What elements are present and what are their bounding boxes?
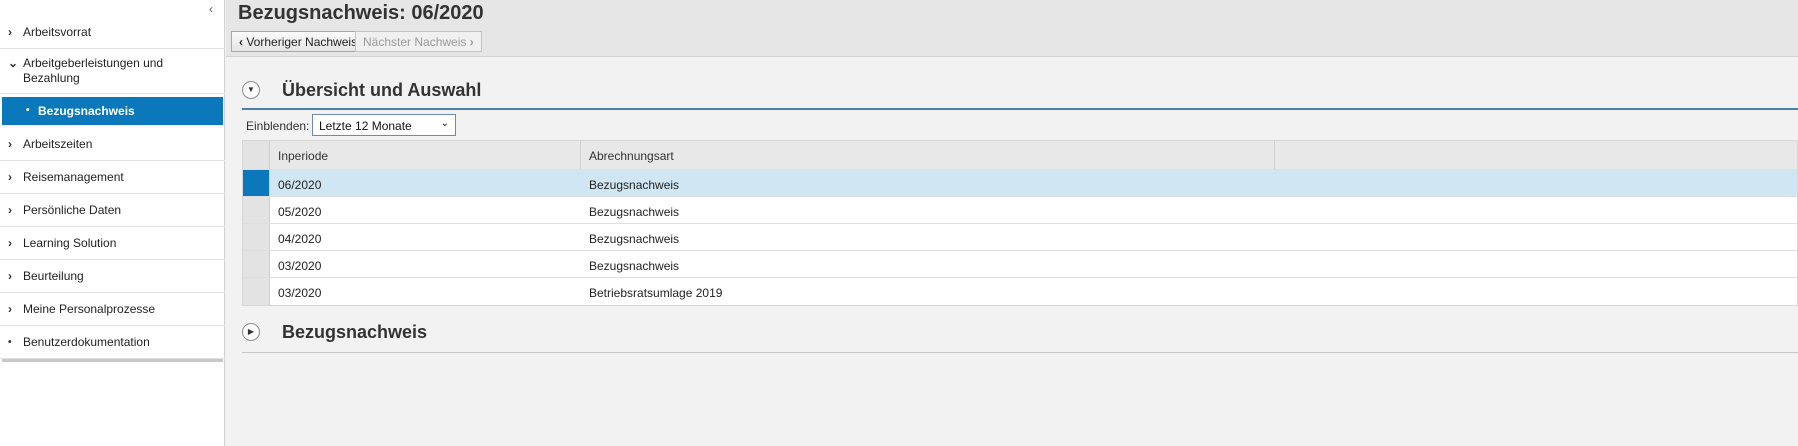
chevron-left-icon[interactable]: ‹ — [204, 2, 218, 16]
period-filter-value: Letzte 12 Monate — [319, 119, 412, 133]
table-row[interactable]: 05/2020 Bezugsnachweis — [243, 197, 1797, 224]
chevron-right-icon: › — [8, 302, 12, 316]
overview-section-title: Übersicht und Auswahl — [282, 80, 482, 100]
sidebar-item-benutzerdokumentation[interactable]: • Benutzerdokumentation — [0, 326, 225, 359]
page-title: Bezugsnachweis: 06/2020 — [238, 2, 484, 24]
sidebar-item-learning-solution[interactable]: › Learning Solution — [0, 227, 225, 260]
cell-type: Bezugsnachweis — [589, 259, 680, 273]
chevron-right-icon: › — [8, 170, 12, 184]
next-statement-label: Nächster Nachweis — [363, 35, 467, 49]
sidebar-item-persoenliche-daten[interactable]: › Persönliche Daten — [0, 194, 225, 227]
cell-period: 05/2020 — [278, 205, 322, 219]
statements-table: Inperiode Abrechnungsart 06/2020 Bezugsn… — [242, 140, 1798, 306]
chevron-right-icon: › — [8, 269, 12, 283]
cell-period: 04/2020 — [278, 232, 322, 246]
filter-label: Einblenden: — [246, 119, 310, 133]
cell-period: 06/2020 — [278, 178, 322, 192]
sidebar-divider — [2, 359, 223, 362]
sidebar: ‹ › Arbeitsvorrat ⌄ Arbeitgeberleistunge… — [0, 0, 225, 446]
section-divider — [242, 352, 1798, 353]
chevron-right-icon: › — [8, 236, 12, 250]
bullet-icon: • — [8, 337, 12, 348]
cell-type: Bezugsnachweis — [589, 232, 680, 246]
detail-section-header: ▶ Bezugsnachweis — [242, 320, 1798, 346]
sidebar-item-label: Bezugsnachweis — [38, 104, 135, 118]
sidebar-nav: › Arbeitsvorrat ⌄ Arbeitgeberleistungen … — [0, 16, 225, 362]
sidebar-item-beurteilung[interactable]: › Beurteilung — [0, 260, 225, 293]
chevron-down-icon: ⌄ — [440, 118, 449, 129]
select-all-cell[interactable] — [243, 141, 270, 169]
row-selector[interactable] — [243, 278, 270, 305]
previous-statement-button[interactable]: ‹ Vorheriger Nachweis — [231, 31, 366, 52]
chevron-down-icon: ⌄ — [8, 56, 19, 70]
sidebar-item-label: Arbeitgeberleistungen und Bezahlung — [23, 56, 164, 85]
next-statement-button[interactable]: Nächster Nachweis › — [355, 31, 482, 52]
chevron-left-icon: ‹ — [239, 35, 243, 49]
sidebar-item-arbeitgeberleistungen[interactable]: ⌄ Arbeitgeberleistungen und Bezahlung — [0, 49, 225, 94]
cell-type: Bezugsnachweis — [589, 178, 680, 192]
detail-section-title: Bezugsnachweis — [282, 322, 428, 342]
sidebar-item-label: Learning Solution — [23, 236, 117, 250]
row-selector[interactable] — [243, 224, 270, 250]
expand-section-icon[interactable]: ▶ — [242, 323, 260, 341]
main-content: Bezugsnachweis: 06/2020 ‹ Vorheriger Nac… — [226, 0, 1798, 446]
sidebar-item-label: Reisemanagement — [23, 170, 124, 184]
sidebar-item-meine-personalprozesse[interactable]: › Meine Personalprozesse — [0, 293, 225, 326]
bullet-icon: • — [26, 105, 30, 116]
overview-section-header: ▼ Übersicht und Auswahl — [242, 78, 1798, 104]
table-row[interactable]: 04/2020 Bezugsnachweis — [243, 224, 1797, 251]
sidebar-item-label: Benutzerdokumentation — [23, 335, 150, 349]
chevron-right-icon: › — [469, 35, 474, 49]
previous-statement-label: Vorheriger Nachweis — [246, 35, 358, 49]
sidebar-item-label: Beurteilung — [23, 269, 84, 283]
chevron-right-icon: › — [8, 25, 12, 39]
sidebar-item-arbeitsvorrat[interactable]: › Arbeitsvorrat — [0, 16, 225, 49]
table-row[interactable]: 03/2020 Betriebsratsumlage 2019 — [243, 278, 1797, 305]
sidebar-item-label: Meine Personalprozesse — [23, 302, 156, 316]
table-row[interactable]: 03/2020 Bezugsnachweis — [243, 251, 1797, 278]
sidebar-item-bezugsnachweis[interactable]: • Bezugsnachweis — [2, 97, 223, 125]
table-header-row: Inperiode Abrechnungsart — [243, 141, 1797, 170]
section-divider — [242, 108, 1798, 110]
column-header-empty — [1275, 141, 1798, 169]
page-header: Bezugsnachweis: 06/2020 ‹ Vorheriger Nac… — [226, 0, 1798, 57]
row-selector[interactable] — [243, 170, 270, 196]
sidebar-item-label: Persönliche Daten — [23, 203, 122, 217]
sidebar-item-label: Arbeitsvorrat — [23, 25, 92, 39]
row-selector[interactable] — [243, 197, 270, 223]
row-selector[interactable] — [243, 251, 270, 277]
cell-period: 03/2020 — [278, 259, 322, 273]
cell-type: Betriebsratsumlage 2019 — [589, 286, 723, 300]
table-row[interactable]: 06/2020 Bezugsnachweis — [243, 170, 1797, 197]
chevron-right-icon: › — [8, 203, 12, 217]
sidebar-item-arbeitszeiten[interactable]: › Arbeitszeiten — [0, 128, 225, 161]
period-filter-select[interactable]: Letzte 12 Monate ⌄ — [312, 114, 456, 136]
column-header-abrechnungsart[interactable]: Abrechnungsart — [581, 141, 1275, 169]
column-header-inperiode[interactable]: Inperiode — [270, 141, 581, 169]
sidebar-item-reisemanagement[interactable]: › Reisemanagement — [0, 161, 225, 194]
sidebar-item-label: Arbeitszeiten — [23, 137, 93, 151]
cell-period: 03/2020 — [278, 286, 322, 300]
chevron-right-icon: › — [8, 137, 12, 151]
collapse-section-icon[interactable]: ▼ — [242, 81, 260, 99]
cell-type: Bezugsnachweis — [589, 205, 680, 219]
